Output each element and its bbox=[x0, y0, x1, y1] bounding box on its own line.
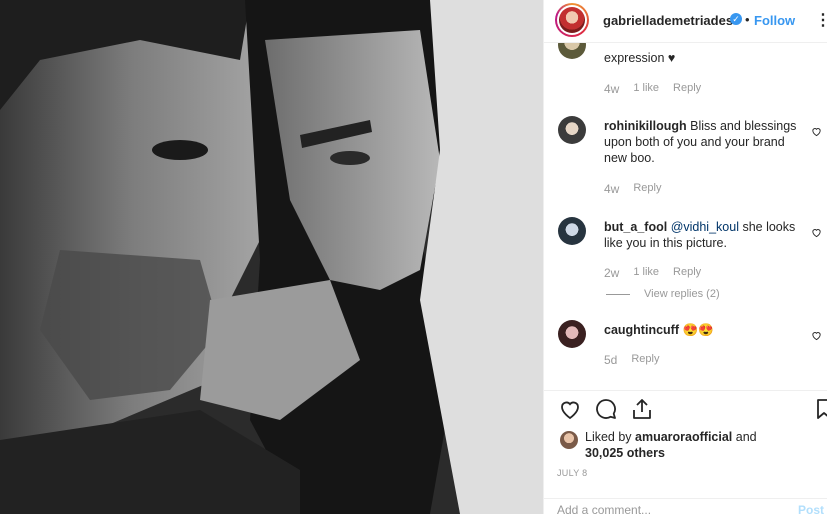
view-replies-button[interactable]: View replies (2) bbox=[606, 288, 720, 300]
instagram-post-view: gabriellademetriades ✓ • Follow ⋮ expres… bbox=[0, 0, 827, 517]
comment-age[interactable]: 2w bbox=[604, 266, 619, 280]
commenter-avatar[interactable] bbox=[558, 43, 586, 59]
reply-button[interactable]: Reply bbox=[631, 353, 659, 367]
reply-button[interactable]: Reply bbox=[633, 182, 661, 196]
follow-button[interactable]: Follow bbox=[754, 13, 795, 28]
commenter-avatar[interactable] bbox=[558, 217, 586, 245]
comment-likes-count[interactable]: 1 like bbox=[633, 82, 659, 96]
comment-meta: 2w 1 like Reply bbox=[604, 266, 701, 280]
comment-like-heart-icon[interactable] bbox=[811, 227, 822, 238]
author-avatar[interactable] bbox=[555, 3, 589, 37]
comment-icon[interactable] bbox=[594, 397, 618, 421]
photo-illustration bbox=[0, 0, 543, 514]
comment-meta: 4w Reply bbox=[604, 182, 661, 196]
post-comment-button[interactable]: Post bbox=[798, 503, 824, 517]
comment-age[interactable]: 4w bbox=[604, 182, 619, 196]
post-side-panel: gabriellademetriades ✓ • Follow ⋮ expres… bbox=[543, 0, 827, 517]
likes-summary: Liked by amuaroraofficial and 30,025 oth… bbox=[585, 429, 757, 461]
view-replies-label[interactable]: View replies (2) bbox=[644, 288, 720, 300]
comment-body: caughtincuff 😍😍 bbox=[604, 322, 804, 338]
commenter-username[interactable]: rohinikillough bbox=[604, 119, 687, 133]
view-replies-line bbox=[606, 293, 630, 295]
comment-body: but_a_fool @vidhi_koul she looks like yo… bbox=[604, 219, 804, 251]
commenter-username[interactable]: but_a_fool bbox=[604, 220, 667, 234]
comment-body: rohinikillough Bliss and blessings upon … bbox=[604, 118, 804, 166]
comment-mention-link[interactable]: @vidhi_koul bbox=[671, 220, 739, 234]
commenter-avatar[interactable] bbox=[558, 116, 586, 144]
author-username[interactable]: gabriellademetriades bbox=[603, 13, 733, 28]
verified-badge-icon: ✓ bbox=[730, 13, 742, 25]
likes-count-button[interactable]: 30,025 others bbox=[585, 446, 665, 460]
liked-by-username[interactable]: amuaroraofficial bbox=[635, 430, 732, 444]
commenter-username[interactable]: caughtincuff bbox=[604, 323, 679, 337]
post-actions: Liked by amuaroraofficial and 30,025 oth… bbox=[544, 390, 827, 517]
likes-middle: and bbox=[732, 430, 757, 444]
comment-text: expression ♥ bbox=[604, 51, 676, 65]
post-date[interactable]: JULY 8 bbox=[557, 468, 587, 478]
header-separator: • bbox=[745, 12, 750, 27]
comment-meta: 5d Reply bbox=[604, 353, 659, 367]
reply-button[interactable]: Reply bbox=[673, 82, 701, 96]
comments-list[interactable]: expression ♥ 4w 1 like Reply rohinikillo… bbox=[544, 43, 827, 390]
add-comment-bar: Add a comment... Post bbox=[544, 498, 827, 517]
share-icon[interactable] bbox=[630, 397, 654, 421]
comment-meta: 4w 1 like Reply bbox=[604, 82, 701, 96]
comment-like-heart-icon[interactable] bbox=[811, 126, 822, 137]
commenter-avatar[interactable] bbox=[558, 320, 586, 348]
comment-likes-count[interactable]: 1 like bbox=[633, 266, 659, 280]
comment-like-heart-icon[interactable] bbox=[811, 330, 822, 341]
liked-by-avatar[interactable] bbox=[560, 431, 578, 449]
bookmark-icon[interactable] bbox=[812, 397, 827, 421]
reply-button[interactable]: Reply bbox=[673, 266, 701, 280]
more-options-icon[interactable]: ⋮ bbox=[815, 10, 827, 30]
comment-age[interactable]: 4w bbox=[604, 82, 619, 96]
comment-text: 😍😍 bbox=[679, 323, 714, 337]
likes-prefix: Liked by bbox=[585, 430, 636, 444]
comment-age[interactable]: 5d bbox=[604, 353, 617, 367]
heart-icon[interactable] bbox=[558, 397, 582, 421]
add-comment-input[interactable]: Add a comment... bbox=[557, 503, 651, 517]
post-photo[interactable] bbox=[0, 0, 543, 514]
post-header: gabriellademetriades ✓ • Follow ⋮ bbox=[544, 0, 827, 43]
